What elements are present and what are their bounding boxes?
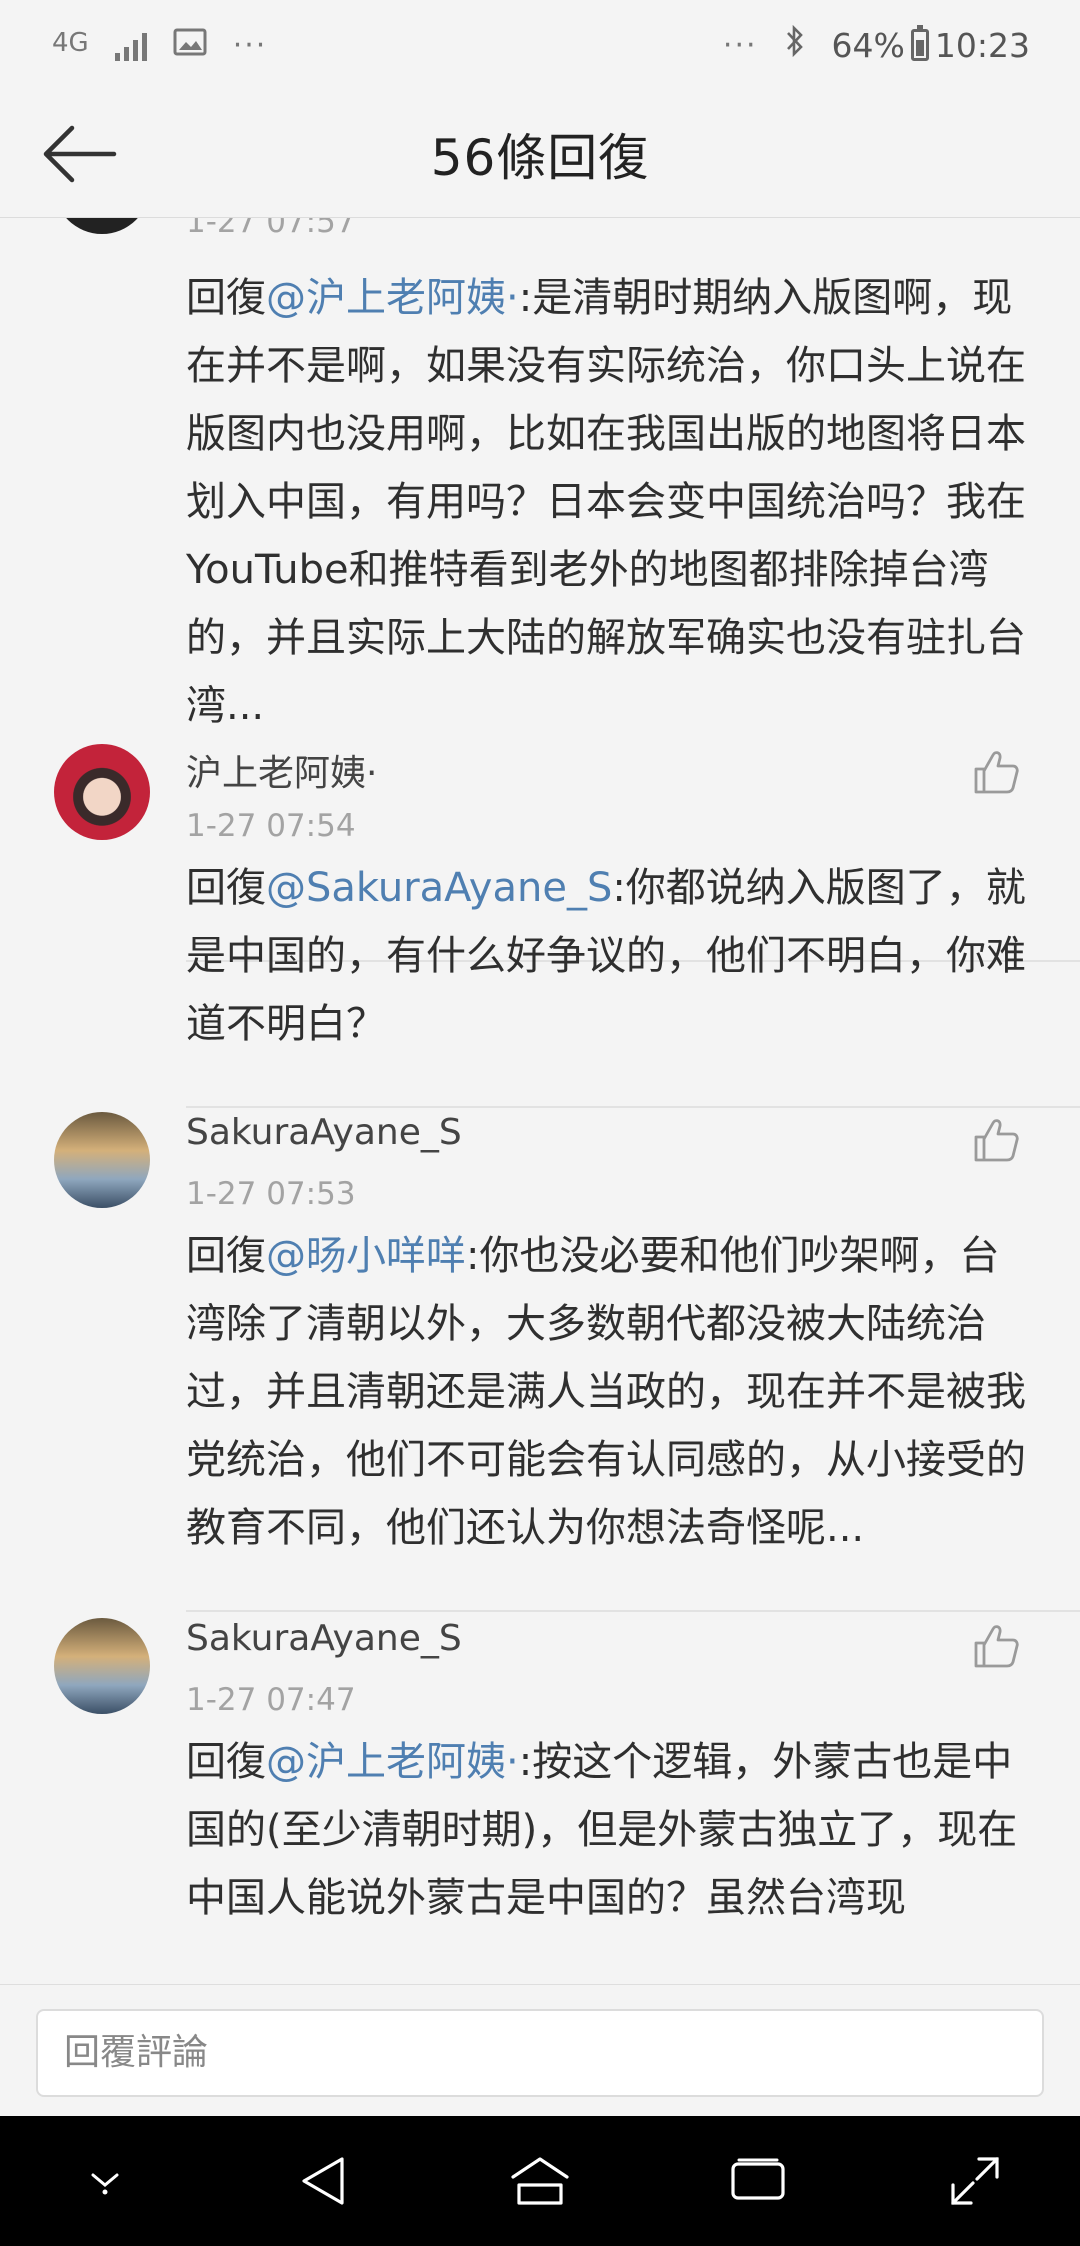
system-nav-bar bbox=[0, 2116, 1080, 2246]
avatar[interactable] bbox=[54, 1112, 150, 1208]
nav-collapse-button[interactable] bbox=[50, 2126, 160, 2236]
app-root: 4G ··· ··· 64% 10:23 56條回復 1-27 07:57 回復… bbox=[0, 0, 1080, 2246]
reply-prefix: 回復 bbox=[186, 275, 266, 321]
battery-icon bbox=[910, 25, 929, 61]
more-dots: ··· bbox=[722, 27, 758, 63]
reply-prefix: 回復 bbox=[186, 1233, 266, 1279]
battery-status: 64% 10:23 bbox=[831, 25, 1030, 65]
reply-prefix: 回復 bbox=[186, 865, 266, 911]
notification-dots: ··· bbox=[232, 27, 268, 63]
comment-body: 回復@沪上老阿姨·:按这个逻辑，外蒙古也是中国的(至少清朝时期)，但是外蒙古独立… bbox=[186, 1728, 1036, 1932]
like-button[interactable] bbox=[968, 1618, 1024, 1674]
comment-timestamp: 1-27 07:53 bbox=[186, 1176, 356, 1212]
divider bbox=[186, 1106, 1080, 1108]
like-button[interactable] bbox=[968, 1112, 1024, 1168]
mention-link[interactable]: @旸小咩咩 bbox=[266, 1233, 466, 1279]
mention-link[interactable]: @SakuraAyane_S bbox=[266, 865, 612, 911]
comment-timestamp: 1-27 07:57 bbox=[186, 218, 356, 240]
divider bbox=[186, 1610, 1080, 1612]
arrow-left-icon bbox=[43, 125, 117, 183]
thumbs-up-icon bbox=[974, 1119, 1019, 1162]
status-right: ··· 64% 10:23 bbox=[723, 23, 1030, 67]
status-left: 4G ··· bbox=[52, 26, 267, 64]
back-button[interactable] bbox=[40, 116, 120, 192]
comment-body: 回復@SakuraAyane_S:你都说纳入版图了，就是中国的，有什么好争议的，… bbox=[186, 854, 1036, 1058]
comment-timestamp: 1-27 07:47 bbox=[186, 1682, 356, 1718]
bluetooth-icon bbox=[784, 23, 806, 67]
network-type: 4G bbox=[52, 28, 89, 58]
nav-recents-button[interactable] bbox=[703, 2126, 813, 2236]
comment-username[interactable]: SakuraAyane_S bbox=[186, 1112, 462, 1153]
comment-item: SakuraAyane_S 1-27 07:53 回復@旸小咩咩:你也没必要和他… bbox=[0, 1112, 1080, 1622]
chevron-down-icon bbox=[91, 2173, 119, 2195]
nav-home-button[interactable] bbox=[485, 2126, 595, 2236]
comment-item: 沪上老阿姨· 1-27 07:54 回復@SakuraAyane_S:你都说纳入… bbox=[0, 744, 1080, 1114]
reply-prefix: 回復 bbox=[186, 1739, 266, 1785]
recents-icon bbox=[730, 2158, 785, 2200]
header: 56條回復 bbox=[0, 90, 1080, 218]
mention-link[interactable]: @沪上老阿姨· bbox=[266, 1739, 519, 1785]
status-bar: 4G ··· ··· 64% 10:23 bbox=[0, 0, 1080, 90]
comment-item: SakuraAyane_S 1-27 07:47 回復@沪上老阿姨·:按这个逻辑… bbox=[0, 1618, 1080, 1984]
image-icon bbox=[173, 26, 207, 64]
like-button[interactable] bbox=[968, 744, 1024, 800]
clock: 10:23 bbox=[934, 25, 1030, 65]
mention-link[interactable]: @沪上老阿姨· bbox=[266, 275, 519, 321]
home-icon bbox=[511, 2157, 569, 2205]
back-triangle-icon bbox=[301, 2157, 344, 2205]
avatar[interactable] bbox=[54, 1618, 150, 1714]
page-title: 56條回復 bbox=[430, 128, 650, 187]
nav-back-button[interactable] bbox=[268, 2126, 378, 2236]
comment-list[interactable]: 1-27 07:57 回復@沪上老阿姨·:是清朝时期纳入版图啊，现在并不是啊，如… bbox=[0, 218, 1080, 1984]
signal-icon bbox=[114, 29, 147, 61]
avatar[interactable] bbox=[54, 218, 150, 234]
comment-username[interactable]: 沪上老阿姨· bbox=[186, 744, 377, 796]
comment-text: :你也没必要和他们吵架啊，台湾除了清朝以外，大多数朝代都没被大陆统治过，并且清朝… bbox=[186, 1233, 1026, 1551]
comment-body: 回復@沪上老阿姨·:是清朝时期纳入版图啊，现在并不是啊，如果没有实际统治，你口头… bbox=[186, 264, 1036, 740]
comment-username[interactable]: SakuraAyane_S bbox=[186, 1618, 462, 1659]
battery-percent: 64% bbox=[831, 25, 905, 65]
reply-input[interactable]: 回覆評論 bbox=[36, 2009, 1044, 2097]
comment-timestamp: 1-27 07:54 bbox=[186, 808, 356, 844]
nav-expand-button[interactable] bbox=[920, 2126, 1030, 2236]
thumbs-up-icon bbox=[974, 1625, 1019, 1668]
expand-icon bbox=[951, 2157, 999, 2205]
comment-text: :是清朝时期纳入版图啊，现在并不是啊，如果没有实际统治，你口头上说在版图内也没用… bbox=[186, 275, 1026, 729]
comment-body: 回復@旸小咩咩:你也没必要和他们吵架啊，台湾除了清朝以外，大多数朝代都没被大陆统… bbox=[186, 1222, 1036, 1562]
thumbs-up-icon bbox=[974, 751, 1019, 794]
avatar[interactable] bbox=[54, 744, 150, 840]
reply-bar: 回覆評論 bbox=[0, 1984, 1080, 2116]
